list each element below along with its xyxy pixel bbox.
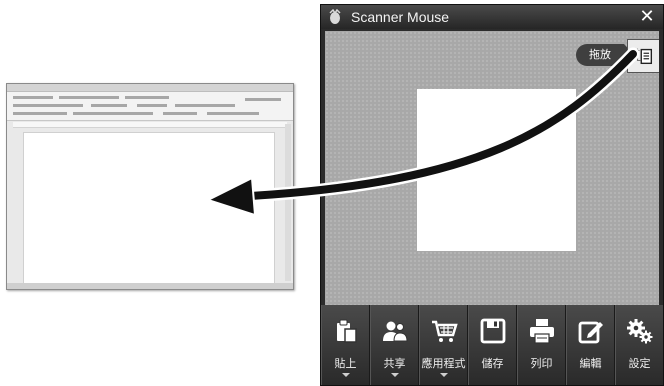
chevron-down-icon[interactable]: [439, 373, 448, 377]
document-scrollbar: [285, 124, 291, 281]
settings-icon: [626, 319, 652, 344]
share-icon: [382, 321, 408, 342]
chevron-down-icon[interactable]: [341, 373, 350, 377]
edit-label: 編輯: [579, 357, 602, 370]
document-ruler: [13, 122, 287, 128]
save-button[interactable]: 儲存: [468, 305, 517, 385]
cart-icon: [431, 320, 458, 342]
window-title: Scanner Mouse: [351, 9, 450, 25]
print-label: 列印: [530, 357, 553, 370]
drag-drop-handle[interactable]: [627, 39, 659, 73]
print-button[interactable]: 列印: [517, 305, 566, 385]
settings-label: 設定: [628, 357, 651, 370]
scanned-page-preview: [417, 89, 576, 251]
settings-button[interactable]: 設定: [615, 305, 663, 385]
document-ribbon: [7, 92, 293, 121]
scanner-mouse-window: Scanner Mouse ✕ 拖放 貼上 共享 應用程式 儲存 列印 編輯 設…: [320, 4, 664, 386]
scan-preview-area: 拖放: [325, 31, 659, 306]
save-label: 儲存: [481, 357, 504, 370]
scanner-mouse-app-icon: [327, 8, 343, 25]
close-icon[interactable]: ✕: [637, 7, 657, 27]
print-icon: [529, 319, 554, 344]
edit-button[interactable]: 編輯: [566, 305, 615, 385]
window-titlebar: Scanner Mouse ✕: [321, 5, 663, 29]
apps-button[interactable]: 應用程式: [419, 305, 468, 385]
chevron-down-icon[interactable]: [390, 373, 399, 377]
paste-button[interactable]: 貼上: [321, 305, 370, 385]
drag-drop-label: 拖放: [576, 44, 634, 66]
paste-icon: [336, 319, 357, 343]
document-titlebar: [7, 84, 293, 92]
word-document-thumbnail: [6, 83, 294, 290]
apps-label: 應用程式: [421, 357, 466, 370]
document-page: [23, 132, 275, 284]
paste-label: 貼上: [334, 357, 357, 370]
save-icon: [480, 318, 505, 344]
bottom-toolbar: 貼上 共享 應用程式 儲存 列印 編輯 設定: [321, 305, 663, 385]
copy-doc-icon: [635, 48, 653, 65]
edit-icon: [578, 321, 603, 344]
share-button[interactable]: 共享: [370, 305, 419, 385]
share-label: 共享: [383, 357, 406, 370]
document-statusbar: [7, 283, 293, 289]
